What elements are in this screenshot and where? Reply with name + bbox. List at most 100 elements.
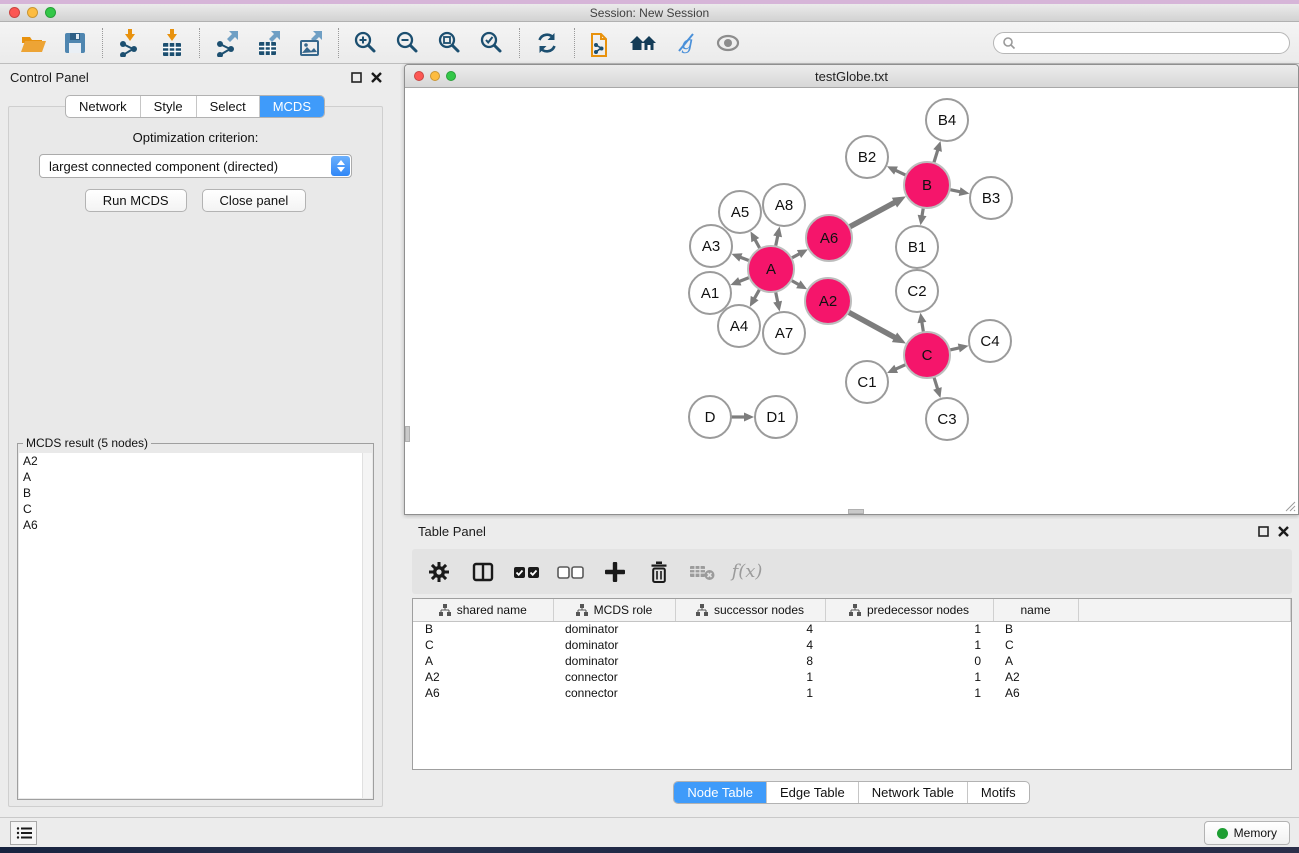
table-cell[interactable]: connector — [553, 685, 675, 701]
network-zoom-button[interactable] — [446, 71, 456, 81]
zoom-selected-button[interactable] — [471, 26, 513, 60]
open-session-button[interactable] — [12, 26, 54, 60]
memory-button[interactable]: Memory — [1204, 821, 1290, 845]
table-row[interactable]: A2connector11A2 — [413, 669, 1291, 685]
table-cell[interactable]: 1 — [825, 637, 993, 653]
optimization-criterion-select[interactable]: largest connected component (directed) — [39, 154, 352, 178]
tab-network[interactable]: Network — [66, 96, 140, 117]
table-cell[interactable]: 4 — [675, 621, 825, 637]
tab-mcds[interactable]: MCDS — [259, 96, 324, 117]
float-panel-icon[interactable] — [351, 72, 362, 83]
close-table-panel-icon[interactable] — [1278, 526, 1289, 537]
table-cell[interactable]: 0 — [825, 653, 993, 669]
table-cell[interactable]: A6 — [413, 685, 553, 701]
table-cell[interactable]: 1 — [675, 669, 825, 685]
table-cell[interactable]: A — [413, 653, 553, 669]
table-row[interactable]: Adominator80A — [413, 653, 1291, 669]
status-menu-button[interactable] — [10, 821, 37, 845]
table-cell[interactable]: A6 — [993, 685, 1078, 701]
table-cell[interactable]: dominator — [553, 637, 675, 653]
export-network-button[interactable] — [206, 26, 248, 60]
edge-A2-C[interactable] — [848, 312, 896, 338]
network-close-button[interactable] — [414, 71, 424, 81]
network-canvas[interactable]: B4B2BB3A8A5A6A3B1AC2A1A2A4A7C4CC1C3DD1 — [405, 88, 1298, 514]
table-cell[interactable]: B — [413, 621, 553, 637]
run-mcds-button[interactable]: Run MCDS — [85, 189, 187, 212]
export-table-button[interactable] — [248, 26, 290, 60]
zoom-out-button[interactable] — [387, 26, 429, 60]
close-window-button[interactable] — [9, 7, 20, 18]
result-item[interactable]: C — [19, 501, 372, 517]
tab-network-table[interactable]: Network Table — [858, 782, 967, 803]
deselect-all-columns-button[interactable] — [556, 557, 586, 587]
home-button[interactable] — [623, 26, 665, 60]
save-session-button[interactable] — [54, 26, 96, 60]
table-cell[interactable]: 1 — [825, 669, 993, 685]
show-details-button[interactable] — [707, 26, 749, 60]
table-cell[interactable]: dominator — [553, 653, 675, 669]
search-field[interactable] — [993, 32, 1290, 54]
edge-C-C3[interactable] — [934, 377, 938, 390]
column-header-successor-nodes[interactable]: successor nodes — [675, 599, 825, 621]
result-item[interactable]: A — [19, 469, 372, 485]
tab-edge-table[interactable]: Edge Table — [766, 782, 858, 803]
tab-select[interactable]: Select — [196, 96, 259, 117]
close-panel-icon[interactable] — [371, 72, 382, 83]
table-cell[interactable]: connector — [553, 669, 675, 685]
edge-A6-B[interactable] — [849, 202, 896, 227]
delete-table-button[interactable] — [688, 557, 718, 587]
column-header-shared-name[interactable]: shared name — [413, 599, 553, 621]
export-image-button[interactable] — [290, 26, 332, 60]
tab-motifs[interactable]: Motifs — [967, 782, 1029, 803]
table-cell[interactable]: 1 — [825, 621, 993, 637]
table-row[interactable]: Cdominator41C — [413, 637, 1291, 653]
column-header-MCDS-role[interactable]: MCDS role — [553, 599, 675, 621]
zoom-fit-button[interactable] — [429, 26, 471, 60]
table-cell[interactable]: dominator — [553, 621, 675, 637]
select-all-columns-button[interactable] — [512, 557, 542, 587]
zoom-window-button[interactable] — [45, 7, 56, 18]
import-network-button[interactable] — [109, 26, 151, 60]
network-window-titlebar[interactable]: testGlobe.txt — [405, 65, 1298, 88]
vertical-scroll-thumb[interactable] — [405, 426, 410, 442]
network-minimize-button[interactable] — [430, 71, 440, 81]
minimize-window-button[interactable] — [27, 7, 38, 18]
table-cell[interactable]: A — [993, 653, 1078, 669]
table-settings-button[interactable] — [424, 557, 454, 587]
zoom-in-button[interactable] — [345, 26, 387, 60]
table-cell[interactable]: A2 — [413, 669, 553, 685]
table-cell[interactable]: B — [993, 621, 1078, 637]
table-row[interactable]: Bdominator41B — [413, 621, 1291, 637]
table-cell[interactable]: 1 — [675, 685, 825, 701]
create-column-button[interactable] — [600, 557, 630, 587]
horizontal-scroll-thumb[interactable] — [848, 509, 864, 514]
close-panel-button[interactable]: Close panel — [202, 189, 307, 212]
resize-grip-icon[interactable] — [1284, 500, 1296, 512]
search-input[interactable] — [1021, 36, 1281, 50]
result-item[interactable]: B — [19, 485, 372, 501]
table-cell[interactable]: A2 — [993, 669, 1078, 685]
result-item[interactable]: A2 — [19, 453, 372, 469]
hide-graphics-details-button[interactable]: g — [665, 26, 707, 60]
refresh-button[interactable] — [526, 26, 568, 60]
edge-B-B4[interactable] — [934, 149, 938, 163]
table-cell[interactable]: C — [413, 637, 553, 653]
tab-style[interactable]: Style — [140, 96, 196, 117]
table-cell[interactable]: 1 — [825, 685, 993, 701]
float-table-panel-icon[interactable] — [1258, 526, 1269, 537]
result-list-scrollbar[interactable] — [362, 453, 372, 798]
import-table-button[interactable] — [151, 26, 193, 60]
delete-column-button[interactable] — [644, 557, 674, 587]
tab-node-table[interactable]: Node Table — [674, 782, 766, 803]
table-header-row[interactable]: shared nameMCDS rolesuccessor nodesprede… — [413, 599, 1291, 621]
column-header-predecessor-nodes[interactable]: predecessor nodes — [825, 599, 993, 621]
function-builder-button[interactable]: f(x) — [732, 557, 762, 587]
table-cell[interactable]: C — [993, 637, 1078, 653]
table-cell[interactable]: 4 — [675, 637, 825, 653]
network-document-button[interactable] — [581, 26, 623, 60]
table-row[interactable]: A6connector11A6 — [413, 685, 1291, 701]
column-header-name[interactable]: name — [993, 599, 1078, 621]
table-cell[interactable]: 8 — [675, 653, 825, 669]
result-item[interactable]: A6 — [19, 517, 372, 533]
column-layout-button[interactable] — [468, 557, 498, 587]
